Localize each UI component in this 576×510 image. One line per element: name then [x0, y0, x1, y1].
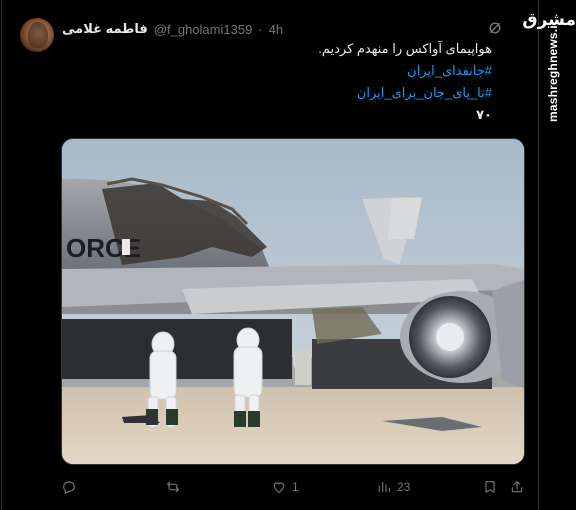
- share-icon: [511, 481, 523, 493]
- like-button[interactable]: 1: [271, 476, 299, 498]
- tweet-header: فاطمه غلامی @f_gholami1359 · 4h: [62, 20, 283, 38]
- grok-icon[interactable]: [488, 21, 502, 35]
- like-count: 1: [292, 480, 299, 494]
- retweet-button[interactable]: [165, 476, 186, 498]
- author-display-name[interactable]: فاطمه غلامی: [62, 21, 148, 37]
- views-count: 23: [397, 480, 411, 494]
- share-button[interactable]: [509, 476, 525, 498]
- photo-aircraft-wreck: ORCE: [62, 139, 524, 464]
- reply-button[interactable]: [61, 476, 82, 498]
- tweet-text-line: هواپیمای آواکس را منهدم کردیم.: [318, 41, 492, 56]
- reply-icon: [63, 481, 75, 494]
- bookmark-icon: [485, 481, 495, 493]
- views-button[interactable]: 23: [376, 476, 410, 498]
- header-separator: ·: [258, 21, 263, 37]
- tweet-photo[interactable]: ORCE: [61, 138, 525, 465]
- like-icon: [273, 482, 285, 493]
- tweet-action-bar: 1 23: [0, 476, 538, 498]
- mashregh-url: mashreghnews.ir: [546, 20, 560, 122]
- tweet-timestamp[interactable]: 4h: [269, 22, 283, 37]
- tweet-number: ۷۰: [476, 107, 492, 122]
- hashtag-link-2[interactable]: #تا_پای_جان_برای_ایران: [318, 82, 492, 104]
- retweet-icon: [167, 481, 179, 493]
- views-icon: [378, 481, 390, 493]
- left-divider: [1, 0, 2, 510]
- hashtag-link-1[interactable]: #جانفدای_ایران: [318, 60, 492, 82]
- avatar[interactable]: [20, 18, 54, 52]
- tweet-text: هواپیمای آواکس را منهدم کردیم. #جانفدای_…: [318, 38, 492, 126]
- right-divider: [538, 0, 539, 510]
- bookmark-button[interactable]: [482, 476, 498, 498]
- tweet-card[interactable]: فاطمه غلامی @f_gholami1359 · 4h هواپیمای…: [0, 0, 538, 510]
- author-handle[interactable]: @f_gholami1359: [154, 22, 252, 37]
